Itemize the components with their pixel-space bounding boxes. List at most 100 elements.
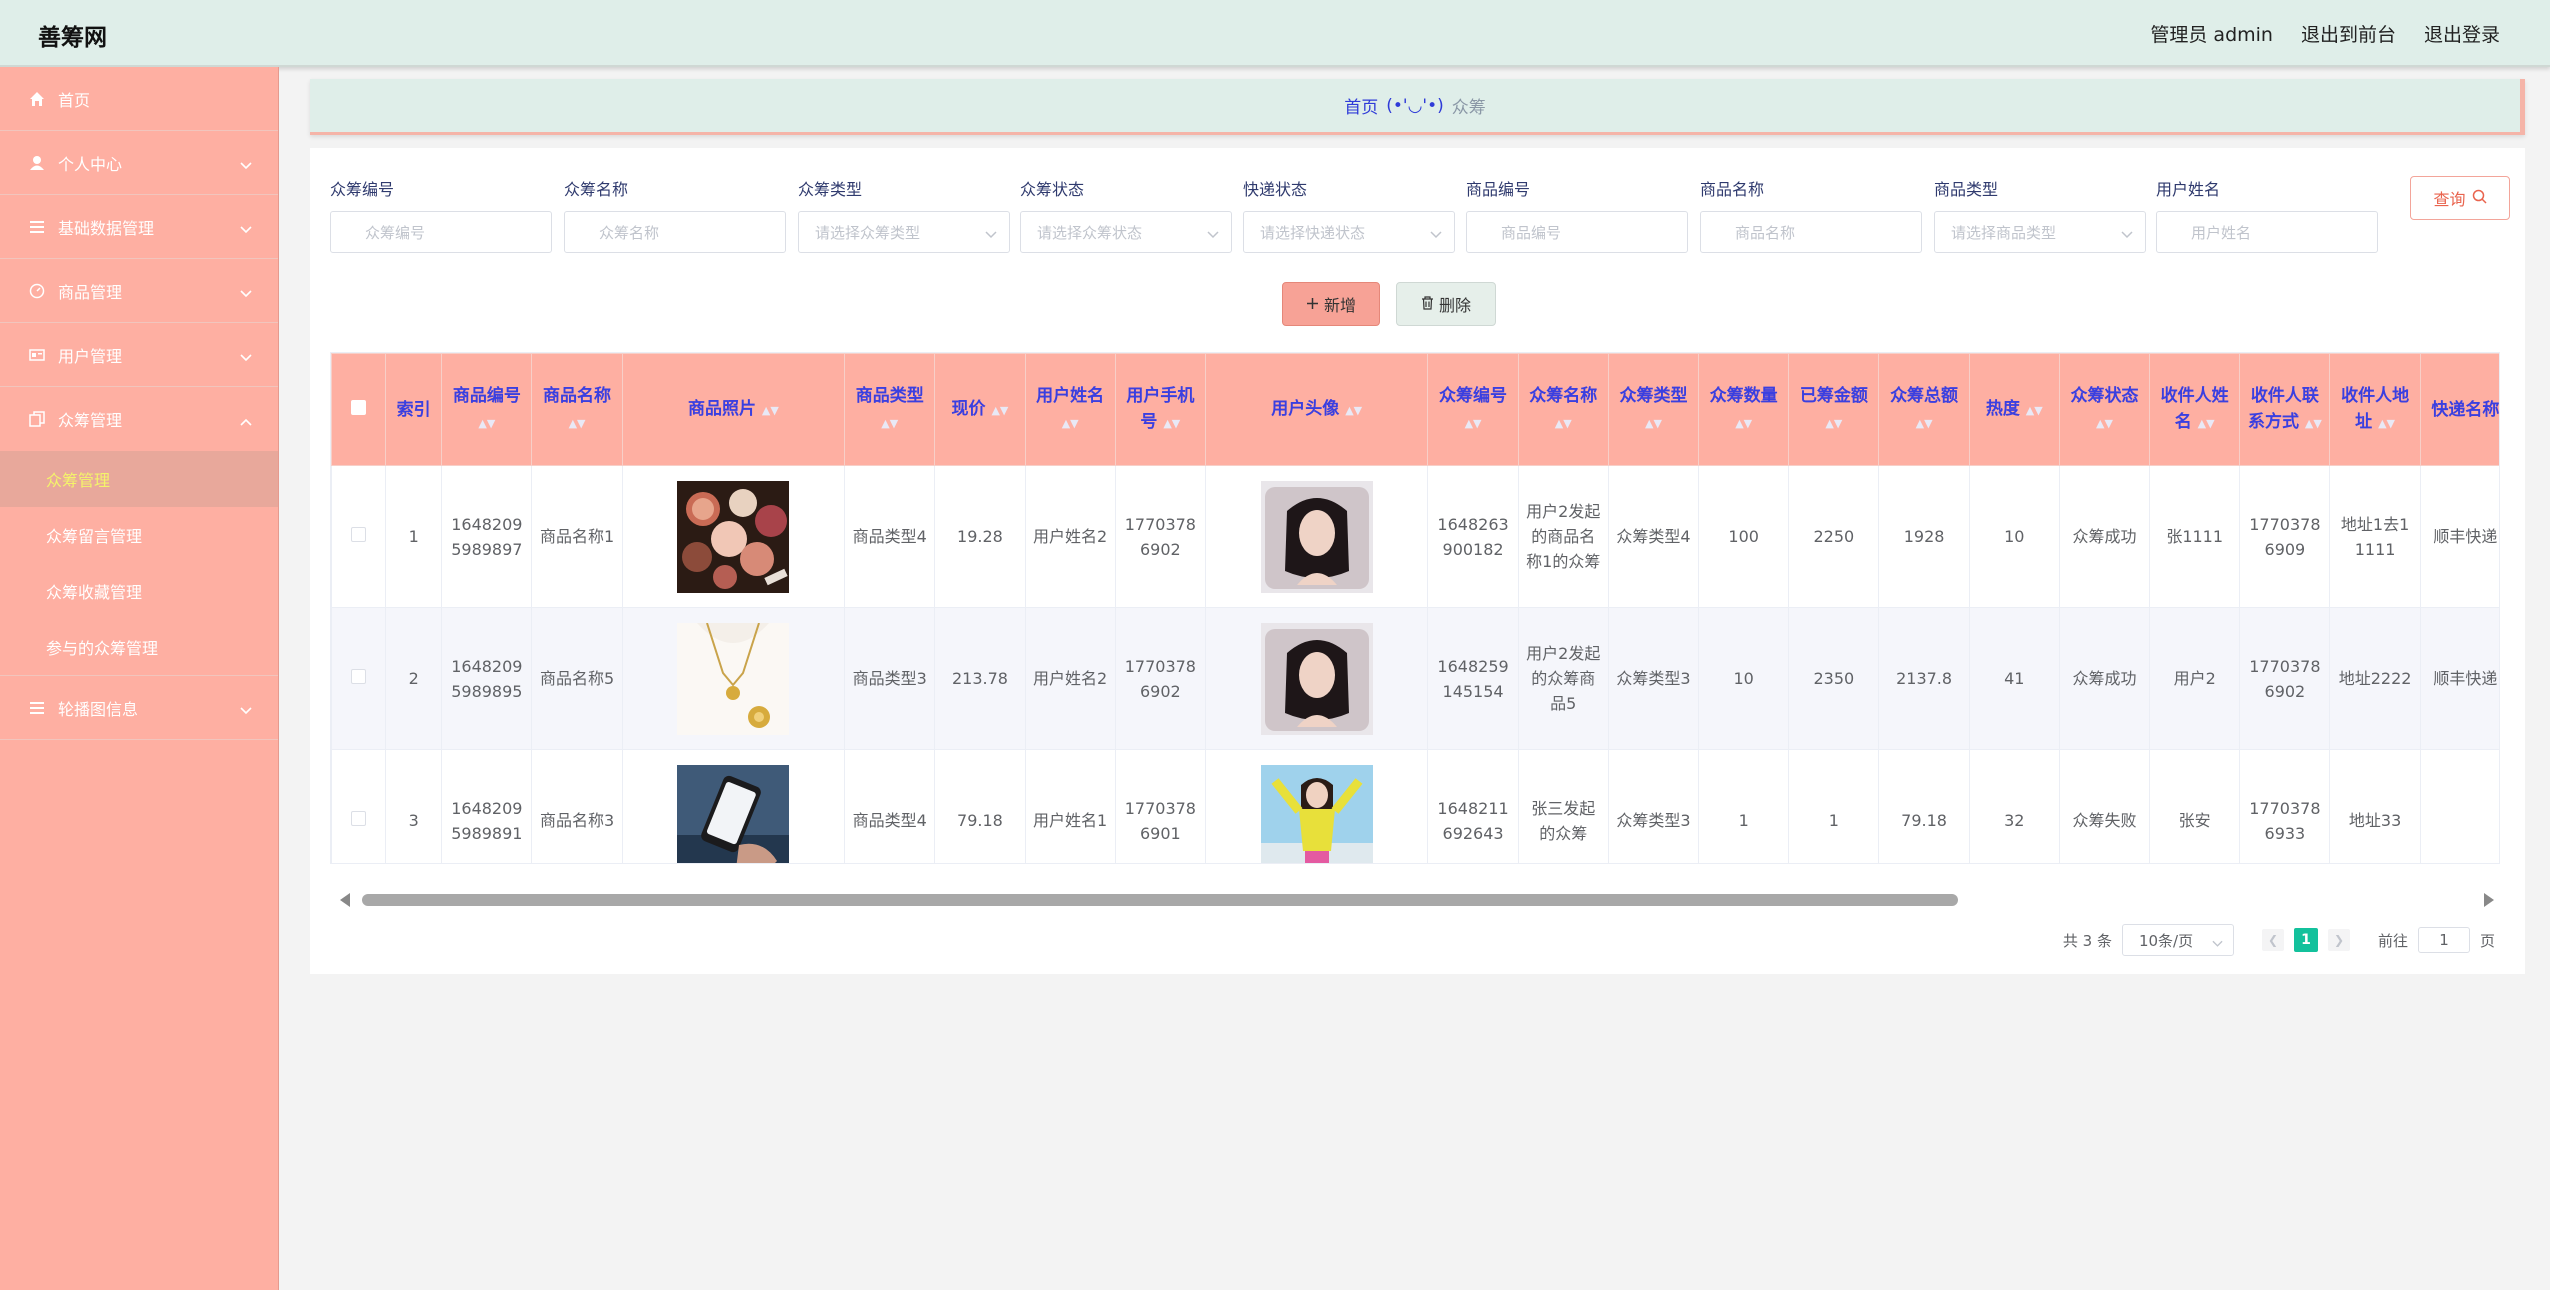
column-header[interactable]: 商品照片 ▲▼	[621, 353, 846, 466]
sidebar-item-personal[interactable]: 个人中心	[0, 131, 278, 195]
delete-button[interactable]: 删除	[1396, 282, 1496, 326]
logout-link[interactable]: 退出登录	[2424, 20, 2500, 47]
column-header[interactable]: 众筹编号 ▲▼	[1427, 353, 1519, 466]
cell-goods-photo	[621, 749, 846, 865]
cell-qty: 10	[1698, 607, 1790, 750]
submenu-item-favorites[interactable]: 众筹收藏管理	[0, 563, 278, 619]
cell-status: 众筹成功	[2058, 465, 2151, 608]
cell-recv-addr: 地址1去11111	[2329, 465, 2421, 608]
crowd-no-input[interactable]: 众筹编号	[330, 211, 552, 253]
sidebar-item-users[interactable]: 用户管理	[0, 323, 278, 387]
row-checkbox[interactable]	[351, 527, 367, 542]
sidebar-item-basic-data[interactable]: 基础数据管理	[0, 195, 278, 259]
column-header[interactable]: 收件人地址 ▲▼	[2329, 353, 2421, 466]
next-page-button[interactable]: ❯	[2327, 929, 2350, 951]
pagination-total: 共 3 条	[2062, 931, 2112, 950]
sidebar-item-home[interactable]: 首页	[0, 67, 278, 131]
table-row[interactable]: 3 16482095989891 商品名称3 商品类型4 79.18 用户姓名1…	[331, 749, 2499, 865]
plus-icon	[1306, 295, 1319, 314]
column-header[interactable]: 快递名称	[2419, 353, 2499, 466]
column-header[interactable]: 众筹类型 ▲▼	[1607, 353, 1700, 466]
goods-name-input[interactable]: 商品名称	[1700, 211, 1922, 253]
filter-label: 快递状态	[1243, 180, 1308, 199]
goods-type-select[interactable]: 请选择商品类型	[1934, 211, 2146, 253]
crowd-status-select[interactable]: 请选择众筹状态	[1020, 211, 1232, 253]
horizontal-scrollbar[interactable]	[330, 890, 2500, 910]
breadcrumb-home-link[interactable]: 首页	[1344, 93, 1378, 118]
sidebar-item-label: 用户管理	[58, 346, 123, 366]
express-status-select[interactable]: 请选择快递状态	[1243, 211, 1455, 253]
cell-raised: 2350	[1788, 607, 1880, 750]
filter-crowd-no: 众筹编号 众筹编号	[330, 176, 552, 253]
user-avatar-photo[interactable]	[1260, 480, 1373, 593]
sidebar-item-label: 轮播图信息	[58, 699, 139, 719]
table-row[interactable]: 2 16482095989895 商品名称5 商品类型3 213.78 用户姓名…	[331, 607, 2499, 750]
scroll-left-arrow-icon[interactable]	[340, 893, 350, 907]
chevron-down-icon	[1207, 225, 1219, 243]
column-header[interactable]: 热度 ▲▼	[1968, 353, 2060, 466]
exit-to-front-link[interactable]: 退出到前台	[2301, 20, 2396, 47]
goto-page-input[interactable]: 1	[2417, 927, 2470, 953]
select-all-cell[interactable]	[331, 353, 387, 466]
cell-goods-type: 商品类型4	[844, 749, 936, 863]
user-avatar-photo[interactable]	[1260, 622, 1373, 735]
column-header[interactable]: 众筹数量 ▲▼	[1698, 353, 1790, 466]
page-unit-label: 页	[2479, 931, 2495, 950]
sidebar-item-goods[interactable]: 商品管理	[0, 259, 278, 323]
column-header[interactable]: 现价 ▲▼	[934, 353, 1026, 466]
column-header[interactable]: 收件人联系方式 ▲▼	[2239, 353, 2331, 466]
user-name-input[interactable]: 用户姓名	[2156, 211, 2378, 253]
user-icon	[28, 154, 46, 172]
column-header[interactable]: 商品编号 ▲▼	[441, 353, 533, 466]
select-all-checkbox[interactable]	[351, 399, 367, 415]
query-button[interactable]: 查询	[2410, 176, 2510, 220]
goods-photo-necklace[interactable]	[677, 622, 790, 735]
sidebar-item-crowdfunding[interactable]: 众筹管理	[0, 387, 278, 451]
cell-price: 213.78	[934, 607, 1026, 750]
column-header[interactable]: 收件人姓名 ▲▼	[2149, 353, 2241, 466]
column-header[interactable]: 众筹状态 ▲▼	[2058, 353, 2151, 466]
sidebar: 首页 个人中心 基础数据管理 商品管理 用户管理 众筹管理 众筹管理 众筹留言管…	[0, 67, 279, 1290]
column-header[interactable]: 众筹名称 ▲▼	[1517, 353, 1609, 466]
column-header[interactable]: 索引	[385, 353, 443, 466]
cell-goods-photo	[621, 607, 846, 750]
cell-recv-name: 张安	[2149, 749, 2241, 863]
cell-goods-name: 商品名称3	[531, 749, 623, 863]
goods-photo-phone[interactable]	[677, 764, 790, 865]
filter-label: 用户姓名	[2156, 180, 2221, 199]
brand-title: 善筹网	[38, 25, 107, 51]
column-header[interactable]: 用户头像 ▲▼	[1204, 353, 1429, 466]
sidebar-item-carousel[interactable]: 轮播图信息	[0, 676, 278, 740]
main-panel: 众筹编号 众筹编号 众筹名称 众筹名称 众筹类型 请选择众筹类型 众筹状态 请选…	[310, 148, 2525, 974]
cell-crowd-name: 用户2发起的商品名称1的众筹	[1517, 465, 1609, 608]
goods-photo-cosmetics[interactable]	[677, 480, 790, 593]
table-row[interactable]: 1 16482095989897 商品名称1 商品类型4 19.28 用户姓名2…	[331, 465, 2499, 608]
prev-page-button[interactable]: ❮	[2261, 929, 2284, 951]
goods-no-input[interactable]: 商品编号	[1466, 211, 1688, 253]
page-number-button[interactable]: 1	[2293, 928, 2318, 952]
submenu-item-participated[interactable]: 参与的众筹管理	[0, 619, 278, 675]
row-checkbox[interactable]	[351, 811, 367, 826]
submenu-item-crowdfunding[interactable]: 众筹管理	[0, 451, 278, 507]
add-button[interactable]: 新增	[1282, 282, 1380, 326]
row-select-cell[interactable]	[331, 607, 387, 750]
filter-goods-type: 商品类型 请选择商品类型	[1934, 176, 2146, 253]
column-header[interactable]: 用户姓名 ▲▼	[1024, 353, 1116, 466]
crowd-type-select[interactable]: 请选择众筹类型	[798, 211, 1010, 253]
column-header[interactable]: 众筹总额 ▲▼	[1878, 353, 1970, 466]
page-size-select[interactable]: 10条/页	[2121, 924, 2234, 956]
column-header[interactable]: 商品类型 ▲▼	[844, 353, 936, 466]
user-avatar-photo[interactable]	[1260, 764, 1373, 865]
column-header[interactable]: 用户手机号 ▲▼	[1114, 353, 1206, 466]
scrollbar-thumb[interactable]	[362, 894, 1958, 906]
crowd-name-input[interactable]: 众筹名称	[564, 211, 786, 253]
filter-label: 众筹类型	[798, 180, 863, 199]
chevron-down-icon	[240, 347, 252, 366]
row-select-cell[interactable]	[331, 749, 387, 863]
row-select-cell[interactable]	[331, 465, 387, 608]
submenu-item-messages[interactable]: 众筹留言管理	[0, 507, 278, 563]
column-header[interactable]: 商品名称 ▲▼	[531, 353, 623, 466]
scroll-right-arrow-icon[interactable]	[2484, 893, 2494, 907]
row-checkbox[interactable]	[351, 669, 367, 684]
column-header[interactable]: 已筹金额 ▲▼	[1788, 353, 1880, 466]
